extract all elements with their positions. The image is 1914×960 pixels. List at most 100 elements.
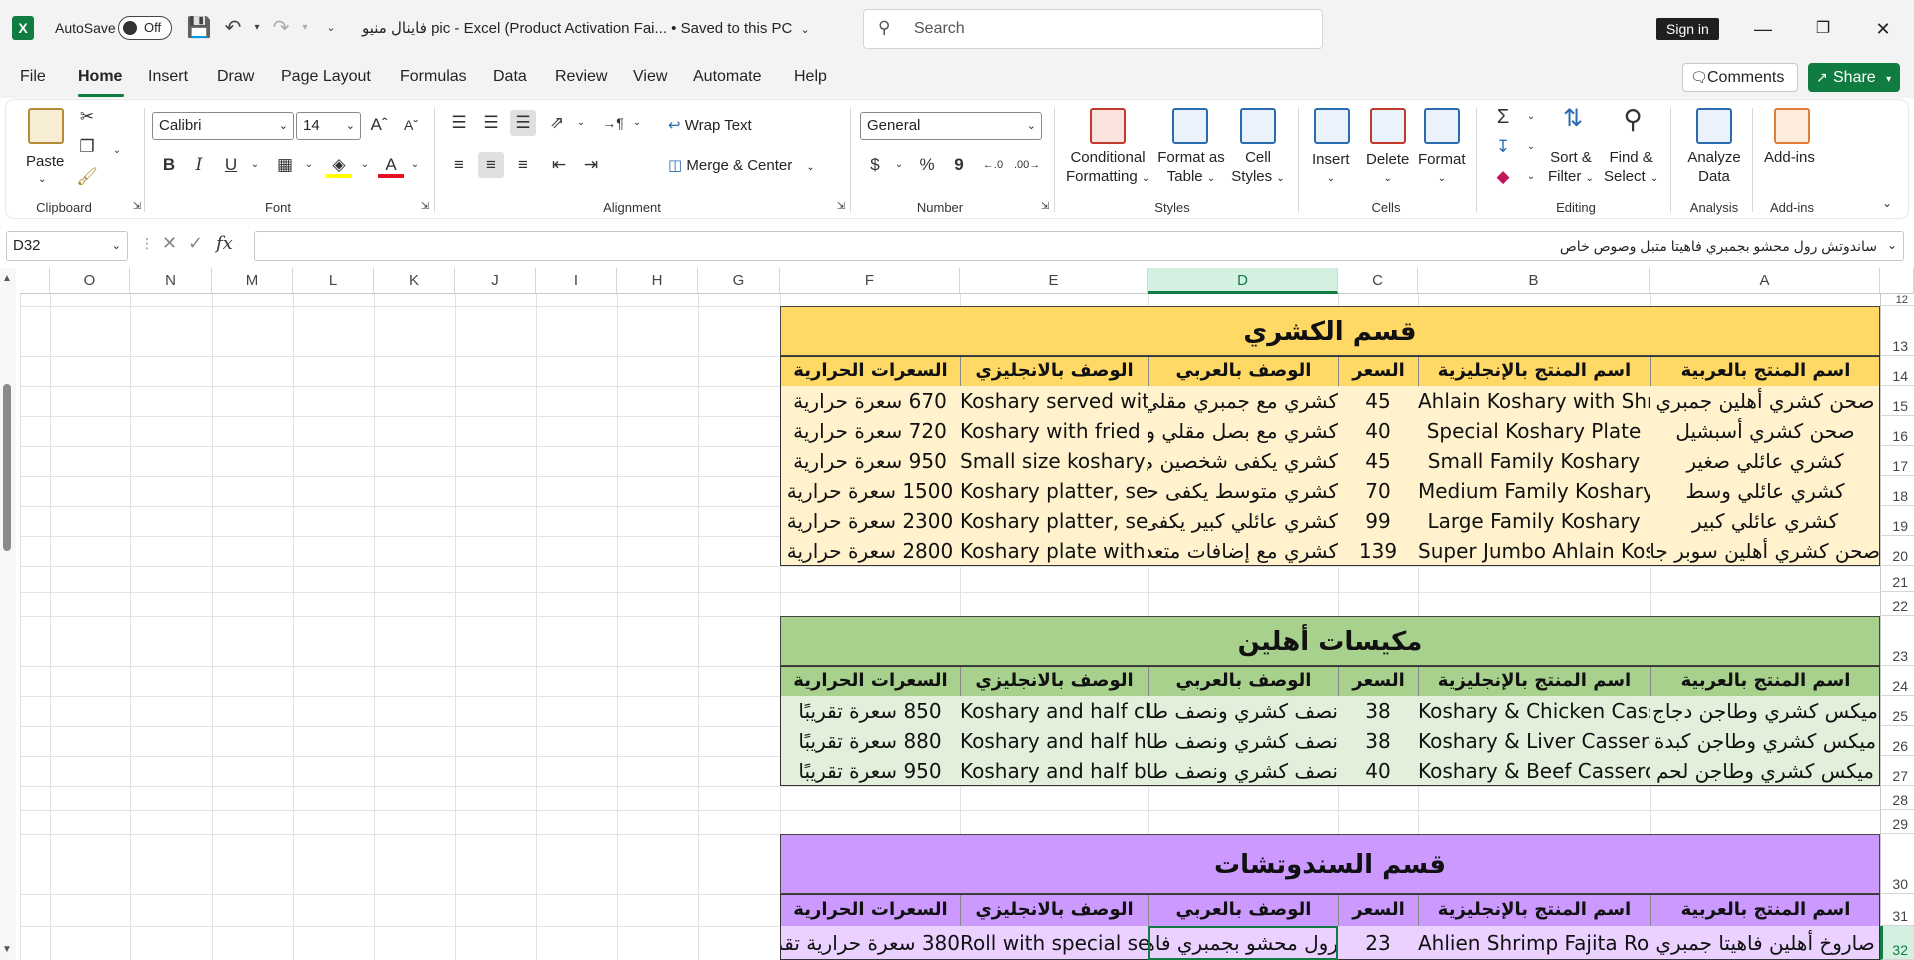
- table-cell[interactable]: 45: [1338, 386, 1418, 416]
- table-cell[interactable]: 950 سعرة حرارية: [780, 446, 960, 476]
- table-cell[interactable]: نصف كشري ونصف طاجن كبدة: [1148, 726, 1338, 756]
- column-label[interactable]: السعر: [1338, 356, 1418, 386]
- row-header-28[interactable]: 28: [1880, 786, 1914, 810]
- table-cell[interactable]: نصف كشري ونصف طاجن دجاج: [1148, 696, 1338, 726]
- row-header-17[interactable]: 17: [1880, 446, 1914, 476]
- column-label[interactable]: الوصف بالعربي: [1148, 356, 1338, 386]
- row-header-23[interactable]: 23: [1880, 616, 1914, 666]
- table-cell[interactable]: Koshary platter, serves up to 5: [960, 506, 1148, 536]
- table-cell[interactable]: كشري مع جمبري مقلي وتوابل: [1148, 386, 1338, 416]
- tab-view[interactable]: View: [633, 68, 667, 86]
- paste-button[interactable]: Paste: [26, 152, 64, 171]
- clear-dropdown-icon[interactable]: ⌄: [1518, 164, 1544, 190]
- column-header-l[interactable]: L: [293, 268, 374, 294]
- row-header-18[interactable]: 18: [1880, 476, 1914, 506]
- align-bottom-icon[interactable]: ☰: [510, 110, 536, 136]
- tab-formulas[interactable]: Formulas: [400, 68, 467, 86]
- column-label[interactable]: السعرات الحرارية: [780, 894, 960, 926]
- column-header-g[interactable]: G: [698, 268, 780, 294]
- column-header-o[interactable]: O: [50, 268, 130, 294]
- table-cell[interactable]: Special Koshary Plate: [1418, 416, 1650, 446]
- tab-help[interactable]: Help: [794, 68, 827, 86]
- cut-icon[interactable]: ✂: [74, 104, 100, 130]
- conditional-formatting-button[interactable]: Conditional Formatting ⌄: [1066, 148, 1150, 188]
- table-cell[interactable]: ميكس كشري وطاجن لحم: [1650, 756, 1880, 786]
- column-label[interactable]: الوصف بالانجليزي: [960, 894, 1148, 926]
- row-header-16[interactable]: 16: [1880, 416, 1914, 446]
- autosum-icon[interactable]: Σ: [1490, 104, 1516, 130]
- table-cell[interactable]: 38: [1338, 696, 1418, 726]
- row-header-30[interactable]: 30: [1880, 834, 1914, 894]
- formula-input[interactable]: ساندوتش رول محشو بجمبري فاهيتا متبل وصوص…: [254, 231, 1904, 261]
- collapse-ribbon-icon[interactable]: ⌄: [1874, 190, 1900, 216]
- table-cell[interactable]: 2300 سعرة حرارية: [780, 506, 960, 536]
- table-cell[interactable]: صحن كشري أهلين جمبري: [1650, 386, 1880, 416]
- table-cell[interactable]: 670 سعرة حرارية: [780, 386, 960, 416]
- column-header-a[interactable]: A: [1650, 268, 1880, 294]
- column-label[interactable]: اسم المنتج بالعربية: [1650, 894, 1880, 926]
- table-cell[interactable]: 850 سعرة تقريبًا: [780, 696, 960, 726]
- table-cell[interactable]: كشري متوسط يكفى حتى 3: [1148, 476, 1338, 506]
- row-header-15[interactable]: 15: [1880, 386, 1914, 416]
- table-cell[interactable]: كشري يكفى شخصين مع صوص: [1148, 446, 1338, 476]
- underline-dropdown-icon[interactable]: ⌄: [242, 152, 268, 178]
- column-label[interactable]: السعر: [1338, 894, 1418, 926]
- sign-in-button[interactable]: Sign in: [1656, 18, 1719, 40]
- paste-icon[interactable]: [28, 108, 64, 144]
- tab-data[interactable]: Data: [493, 68, 527, 86]
- tab-insert[interactable]: Insert: [148, 68, 188, 86]
- align-left-icon[interactable]: ≡: [446, 152, 472, 178]
- save-icon[interactable]: 💾: [186, 15, 212, 41]
- analyze-data-button[interactable]: Analyze Data: [1686, 148, 1742, 186]
- table-cell[interactable]: 38: [1338, 726, 1418, 756]
- table-cell[interactable]: 70: [1338, 476, 1418, 506]
- table-cell[interactable]: 40: [1338, 416, 1418, 446]
- paste-dropdown-icon[interactable]: ⌄: [38, 170, 46, 189]
- spreadsheet-grid[interactable]: ▲ ▼ مستقل ONMLKJIHGFEDCBA121314151617181…: [0, 268, 1914, 960]
- tab-file[interactable]: File: [20, 68, 46, 86]
- column-label[interactable]: السعرات الحرارية: [780, 356, 960, 386]
- table-cell[interactable]: Koshary with fried onions and sauces: [960, 416, 1148, 446]
- table-cell[interactable]: Koshary and half hot liver: [960, 726, 1148, 756]
- copy-icon[interactable]: ❐: [74, 134, 100, 160]
- font-color-icon[interactable]: A: [378, 152, 404, 178]
- table-cell[interactable]: 139: [1338, 536, 1418, 566]
- vertical-scrollbar[interactable]: ▲ ▼: [0, 268, 16, 960]
- table-cell[interactable]: صحن كشري أهلين سوبر جامبو: [1650, 536, 1880, 566]
- tab-page-layout[interactable]: Page Layout: [281, 68, 371, 86]
- comments-button[interactable]: 🗨 Comments: [1682, 63, 1798, 92]
- table-cell[interactable]: Koshary and half chicken mozzarella: [960, 696, 1148, 726]
- insert-function-button[interactable]: fx: [216, 233, 233, 254]
- table-cell[interactable]: صحن كشري أسبشيل: [1650, 416, 1880, 446]
- percent-button[interactable]: %: [914, 152, 940, 178]
- table-cell[interactable]: كشري عائلي وسط: [1650, 476, 1880, 506]
- insert-cells-button[interactable]: Insert ⌄: [1312, 150, 1350, 188]
- table-cell[interactable]: كشري عائلي صغير: [1650, 446, 1880, 476]
- column-header-n[interactable]: N: [130, 268, 212, 294]
- bold-button[interactable]: B: [156, 152, 182, 178]
- increase-font-size-icon[interactable]: Aˆ: [366, 112, 392, 138]
- table-cell[interactable]: 40: [1338, 756, 1418, 786]
- format-cells-button[interactable]: Format ⌄: [1418, 150, 1466, 188]
- row-header-14[interactable]: 14: [1880, 356, 1914, 386]
- tab-automate[interactable]: Automate: [693, 68, 761, 86]
- column-header-m[interactable]: M: [212, 268, 293, 294]
- clear-icon[interactable]: ◆: [1490, 164, 1516, 190]
- table-cell[interactable]: 1500 سعرة حرارية: [780, 476, 960, 506]
- borders-dropdown-icon[interactable]: ⌄: [296, 152, 322, 178]
- table-cell[interactable]: Small size koshary, serves 2: [960, 446, 1148, 476]
- undo-icon[interactable]: ↶: [220, 15, 246, 41]
- column-label[interactable]: السعرات الحرارية: [780, 666, 960, 696]
- table-cell[interactable]: Roll with special seasoning: [960, 926, 1148, 960]
- table-cell[interactable]: كشري عائلي كبير يكفى حتى: [1148, 506, 1338, 536]
- add-ins-button[interactable]: Add-ins: [1764, 148, 1815, 167]
- decrease-font-size-icon[interactable]: Aˇ: [398, 112, 424, 138]
- tab-home[interactable]: Home: [78, 68, 122, 86]
- row-header-13[interactable]: 13: [1880, 306, 1914, 356]
- table-cell[interactable]: 880 سعرة تقريبًا: [780, 726, 960, 756]
- table-cell[interactable]: Super Jumbo Ahlain Koshary: [1418, 536, 1650, 566]
- table-cell[interactable]: Koshary served with crispy shrimp: [960, 386, 1148, 416]
- currency-dropdown-icon[interactable]: ⌄: [886, 152, 912, 178]
- format-painter-icon[interactable]: 🖌: [74, 164, 100, 190]
- fill-color-icon[interactable]: ◈: [326, 152, 352, 178]
